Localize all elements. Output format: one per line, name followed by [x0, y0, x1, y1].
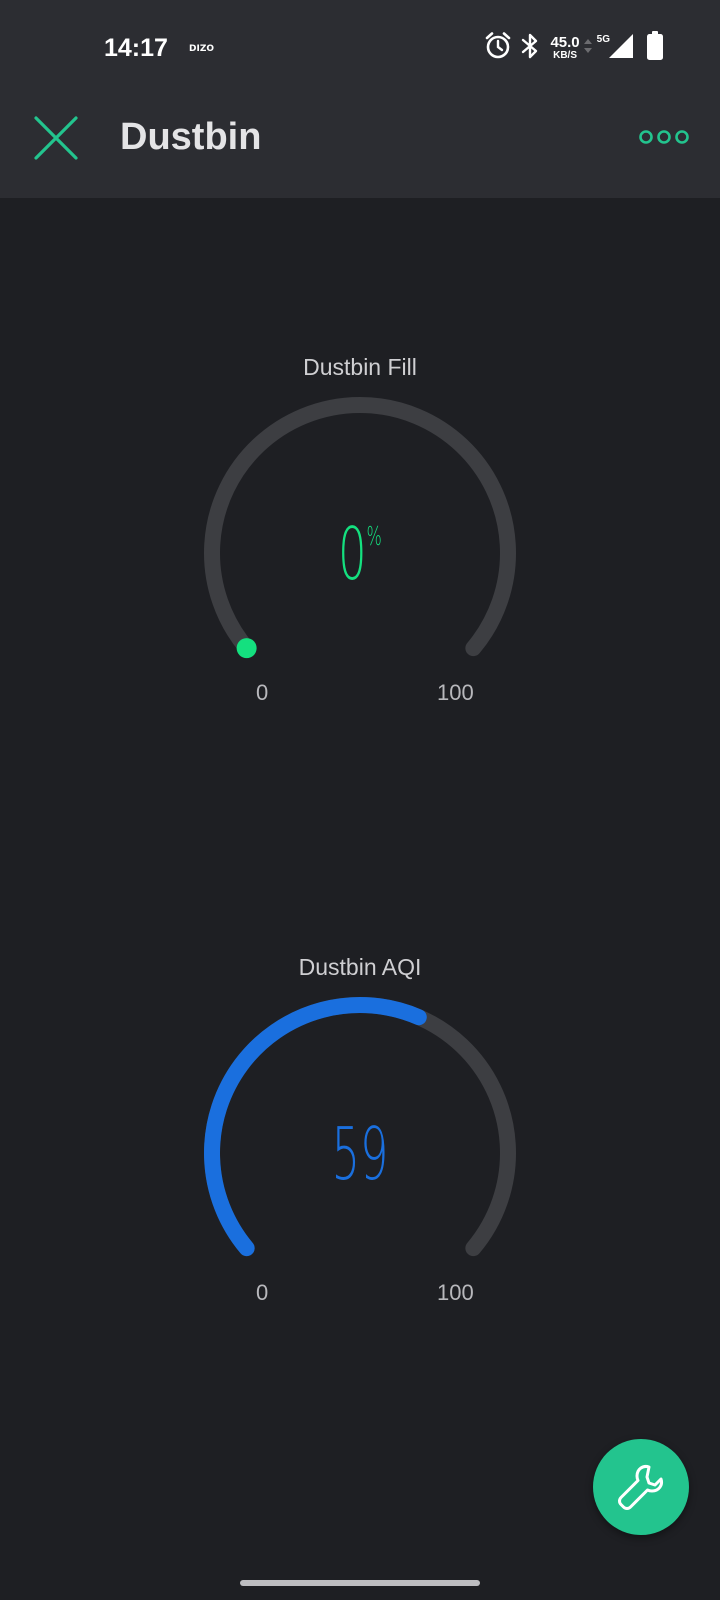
gauge-value: 0%	[137, 512, 583, 596]
gauge-value: 59	[137, 1112, 583, 1196]
battery-icon	[646, 30, 664, 66]
settings-fab-button[interactable]	[593, 1439, 689, 1535]
status-bar: 14:17 DIZO 45.0 KB/S 5G	[0, 0, 720, 92]
status-icons: 45.0 KB/S 5G	[476, 30, 664, 66]
gauge-max-label: 100	[437, 680, 474, 705]
net-speed-value: 45.0	[550, 34, 580, 51]
gauge-widget-aqi[interactable]: Dustbin AQI 59 0 100	[0, 950, 720, 1310]
gauge-indicator	[236, 638, 257, 659]
gauge-widget-fill[interactable]: Dustbin Fill 0% 0 100	[0, 350, 720, 710]
status-time: 14:17	[104, 34, 168, 62]
close-icon	[34, 116, 78, 160]
app-screen: 14:17 DIZO 45.0 KB/S 5G Dustbin Dustbin …	[0, 0, 720, 1600]
gauge-value-number: 59	[331, 1112, 389, 1196]
more-button[interactable]	[638, 122, 690, 152]
close-button[interactable]	[30, 112, 82, 164]
net-speed: 45.0 KB/S	[550, 35, 579, 61]
net-speed-unit: KB/S	[553, 50, 577, 61]
data-arrows-icon	[583, 37, 593, 60]
signal-icon	[608, 32, 634, 65]
page-title: Dustbin	[120, 116, 262, 158]
app-header: Dustbin	[0, 92, 720, 198]
wrench-icon	[618, 1465, 663, 1510]
gauge-value-number: 0	[338, 512, 367, 596]
gauge-max-label: 100	[437, 1280, 474, 1305]
gauge-min-label: 0	[256, 1280, 269, 1305]
more-icon	[639, 130, 689, 144]
alarm-icon	[484, 31, 512, 66]
home-indicator[interactable]	[240, 1580, 480, 1586]
gauge-value-suffix: %	[366, 522, 382, 552]
gauge-min-label: 0	[256, 680, 269, 705]
status-carrier: DIZO	[189, 44, 214, 54]
bluetooth-icon	[520, 32, 540, 65]
network-type: 5G	[596, 33, 610, 45]
